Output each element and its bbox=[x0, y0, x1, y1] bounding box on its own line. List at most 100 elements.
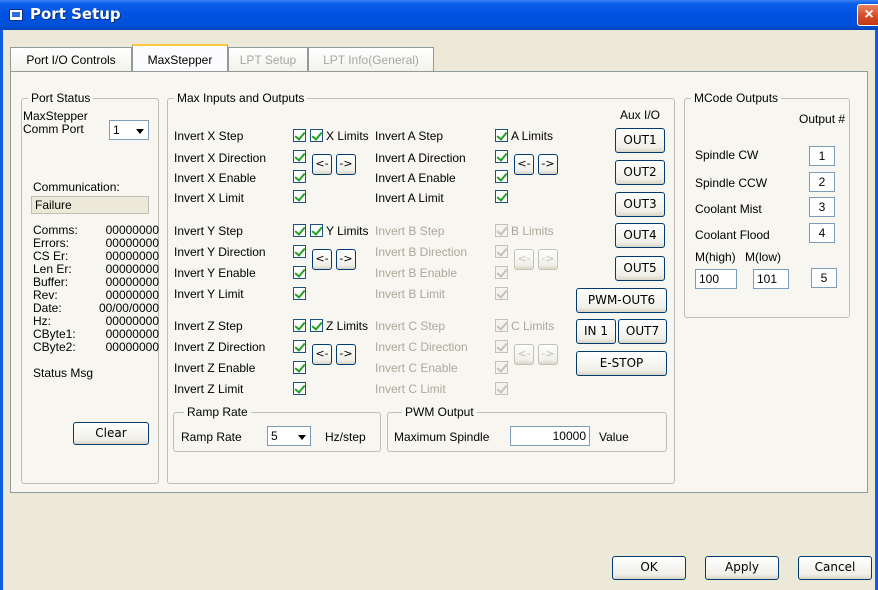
b-shift-right-button: -> bbox=[538, 249, 558, 270]
invert-x-step-checkbox[interactable] bbox=[293, 129, 306, 142]
invert-c-enable-checkbox bbox=[495, 361, 508, 374]
invert-x-direction-checkbox[interactable] bbox=[293, 150, 306, 163]
invert-y-limit-checkbox[interactable] bbox=[293, 287, 306, 300]
tab-lpt-setup: LPT Setup bbox=[228, 47, 308, 71]
coolant-mist-output-input[interactable]: 3 bbox=[809, 197, 835, 217]
invert-a-step-label: Invert A Step bbox=[375, 129, 444, 143]
maximum-spindle-unit: Value bbox=[599, 430, 629, 444]
spindle-ccw-output-input[interactable]: 2 bbox=[809, 172, 835, 192]
ramp-rate-label: Ramp Rate bbox=[181, 430, 242, 444]
out2-button[interactable]: OUT2 bbox=[615, 160, 665, 185]
invert-y-enable-checkbox[interactable] bbox=[293, 266, 306, 279]
invert-b-enable-label: Invert B Enable bbox=[375, 266, 458, 280]
invert-z-enable-checkbox[interactable] bbox=[293, 361, 306, 374]
a-shift-right-button[interactable]: -> bbox=[538, 154, 558, 175]
invert-c-direction-label: Invert C Direction bbox=[375, 340, 468, 354]
coolant-mist-label: Coolant Mist bbox=[695, 202, 762, 216]
invert-a-step-checkbox[interactable] bbox=[495, 129, 508, 142]
tab-port-io-controls[interactable]: Port I/O Controls bbox=[10, 47, 132, 71]
invert-a-enable-label: Invert A Enable bbox=[375, 171, 456, 185]
close-button[interactable]: × bbox=[857, 4, 878, 26]
in1-button[interactable]: IN 1 bbox=[576, 319, 616, 344]
invert-a-direction-checkbox[interactable] bbox=[495, 150, 508, 163]
invert-z-step-checkbox[interactable] bbox=[293, 319, 306, 332]
out5-button[interactable]: OUT5 bbox=[615, 256, 665, 281]
y-limits-checkbox[interactable] bbox=[310, 224, 323, 237]
spindle-cw-output-input[interactable]: 1 bbox=[809, 146, 835, 166]
invert-b-step-label: Invert B Step bbox=[375, 224, 445, 238]
max-io-legend: Max Inputs and Outputs bbox=[174, 91, 308, 105]
port-status-legend: Port Status bbox=[28, 91, 94, 105]
out7-button[interactable]: OUT7 bbox=[618, 319, 667, 344]
x-shift-left-button[interactable]: <- bbox=[312, 154, 332, 175]
invert-x-enable-checkbox[interactable] bbox=[293, 170, 306, 183]
chevron-down-icon[interactable] bbox=[293, 428, 309, 444]
z-shift-left-button[interactable]: <- bbox=[312, 344, 332, 365]
comm-port-value: 1 bbox=[113, 123, 120, 137]
invert-x-limit-checkbox[interactable] bbox=[293, 190, 306, 203]
invert-z-enable-label: Invert Z Enable bbox=[174, 361, 256, 375]
invert-y-step-checkbox[interactable] bbox=[293, 224, 306, 237]
invert-a-direction-label: Invert A Direction bbox=[375, 151, 466, 165]
invert-x-limit-label: Invert X Limit bbox=[174, 191, 245, 205]
comm-port-select[interactable]: 1 bbox=[109, 120, 149, 140]
z-shift-right-button[interactable]: -> bbox=[336, 344, 356, 365]
invert-y-enable-label: Invert Y Enable bbox=[174, 266, 256, 280]
x-limits-checkbox[interactable] bbox=[310, 129, 323, 142]
maximum-spindle-input[interactable]: 10000 bbox=[510, 426, 590, 446]
window-title: Port Setup bbox=[30, 5, 121, 23]
m-output-input[interactable]: 5 bbox=[811, 268, 837, 288]
x-limits-label: X Limits bbox=[326, 129, 369, 143]
window-frame-left bbox=[0, 30, 3, 590]
z-limits-checkbox[interactable] bbox=[310, 319, 323, 332]
invert-c-direction-checkbox bbox=[495, 340, 508, 353]
invert-x-direction-label: Invert X Direction bbox=[174, 151, 267, 165]
window-app-icon bbox=[9, 9, 23, 21]
out4-button[interactable]: OUT4 bbox=[615, 223, 665, 248]
communication-status-value: Failure bbox=[31, 196, 149, 214]
m-high-label: M(high) bbox=[695, 250, 736, 264]
m-low-input[interactable]: 101 bbox=[753, 269, 789, 289]
ok-button[interactable]: OK bbox=[612, 556, 686, 580]
out1-button[interactable]: OUT1 bbox=[615, 128, 665, 153]
coolant-flood-output-input[interactable]: 4 bbox=[809, 223, 835, 243]
maximum-spindle-label: Maximum Spindle bbox=[394, 430, 490, 444]
y-shift-right-button[interactable]: -> bbox=[336, 249, 356, 270]
invert-z-limit-label: Invert Z Limit bbox=[174, 382, 244, 396]
tab-lpt-info-general: LPT Info(General) bbox=[308, 47, 434, 71]
invert-y-direction-checkbox[interactable] bbox=[293, 245, 306, 258]
b-limits-label: B Limits bbox=[511, 224, 554, 238]
z-limits-label: Z Limits bbox=[326, 319, 368, 333]
coolant-flood-label: Coolant Flood bbox=[695, 228, 770, 242]
x-shift-right-button[interactable]: -> bbox=[336, 154, 356, 175]
apply-button[interactable]: Apply bbox=[705, 556, 779, 580]
m-low-label: M(low) bbox=[745, 250, 781, 264]
a-shift-left-button[interactable]: <- bbox=[514, 154, 534, 175]
status-msg-label: Status Msg bbox=[33, 366, 94, 380]
pwm-out6-button[interactable]: PWM-OUT6 bbox=[576, 288, 667, 313]
invert-b-limit-label: Invert B Limit bbox=[375, 287, 446, 301]
cancel-button[interactable]: Cancel bbox=[798, 556, 872, 580]
clear-button[interactable]: Clear bbox=[73, 422, 149, 445]
invert-b-limit-checkbox bbox=[495, 287, 508, 300]
aux-io-label: Aux I/O bbox=[620, 108, 661, 122]
invert-a-enable-checkbox[interactable] bbox=[495, 170, 508, 183]
communication-label: Communication: bbox=[33, 180, 120, 194]
a-limits-label: A Limits bbox=[511, 129, 554, 143]
y-shift-left-button[interactable]: <- bbox=[312, 249, 332, 270]
ramp-rate-value: 5 bbox=[271, 429, 278, 443]
chevron-down-icon[interactable] bbox=[131, 122, 147, 138]
tab-maxstepper[interactable]: MaxStepper bbox=[132, 44, 228, 72]
invert-z-direction-checkbox[interactable] bbox=[293, 340, 306, 353]
ramp-rate-select[interactable]: 5 bbox=[267, 426, 311, 446]
out3-button[interactable]: OUT3 bbox=[615, 192, 665, 217]
invert-y-direction-label: Invert Y Direction bbox=[174, 245, 266, 259]
invert-a-limit-checkbox[interactable] bbox=[495, 190, 508, 203]
ramp-rate-unit: Hz/step bbox=[325, 430, 366, 444]
mcode-outputs-legend: MCode Outputs bbox=[691, 91, 782, 105]
invert-y-limit-label: Invert Y Limit bbox=[174, 287, 244, 301]
e-stop-button[interactable]: E-STOP bbox=[576, 351, 667, 376]
b-shift-left-button: <- bbox=[514, 249, 534, 270]
invert-z-limit-checkbox[interactable] bbox=[293, 382, 306, 395]
m-high-input[interactable]: 100 bbox=[695, 269, 737, 289]
